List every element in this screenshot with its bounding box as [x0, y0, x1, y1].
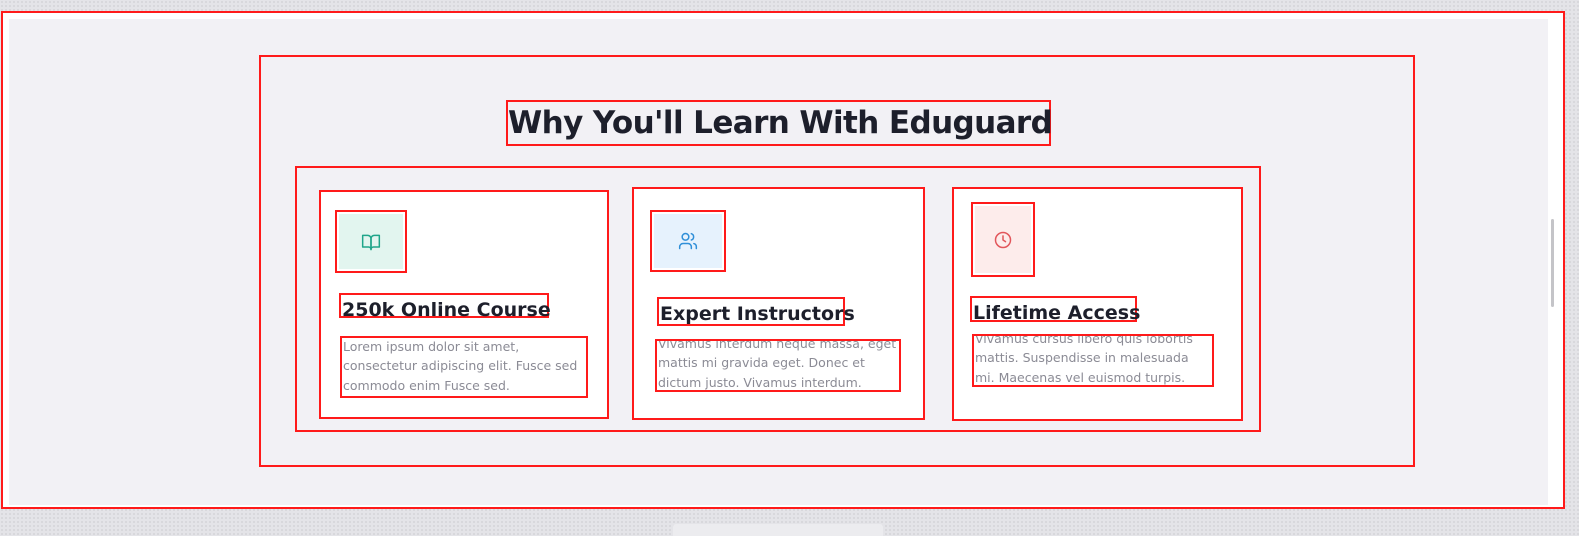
users-icon — [678, 232, 698, 250]
feature-title: Expert Instructors — [657, 297, 855, 326]
feature-icon-box — [650, 210, 726, 272]
feature-icon-box — [335, 210, 407, 273]
why-learn-section: Why You'll Learn With Eduguard 250k Onli… — [259, 55, 1415, 467]
book-open-icon — [361, 234, 381, 250]
feature-icon-box — [971, 202, 1035, 277]
section-title: Why You'll Learn With Eduguard — [506, 100, 1053, 146]
status-tooltip — [673, 524, 883, 536]
page: Why You'll Learn With Eduguard 250k Onli… — [9, 19, 1548, 505]
feature-title: 250k Online Course — [339, 293, 551, 321]
scrollbar-thumb[interactable] — [1551, 219, 1554, 307]
feature-description: Lorem ipsum dolor sit amet, consectetur … — [340, 336, 588, 398]
feature-card-expert-instructors[interactable]: Expert Instructors Vivamus interdum nequ… — [632, 187, 925, 420]
clock-icon — [994, 231, 1012, 248]
feature-card-lifetime-access[interactable]: Lifetime Access Vivamus cursus libero qu… — [952, 187, 1243, 421]
feature-card-online-course[interactable]: 250k Online Course Lorem ipsum dolor sit… — [319, 190, 609, 419]
feature-title: Lifetime Access — [970, 296, 1140, 324]
feature-description: Vivamus cursus libero quis lobortis matt… — [972, 334, 1214, 387]
feature-description-text: Vivamus interdum neque massa, eget matti… — [658, 339, 897, 390]
feature-description-text: Vivamus cursus libero quis lobortis matt… — [975, 334, 1193, 385]
feature-cards: 250k Online Course Lorem ipsum dolor sit… — [295, 166, 1261, 432]
feature-description-text: Lorem ipsum dolor sit amet, consectetur … — [343, 339, 578, 393]
feature-description: Vivamus interdum neque massa, eget matti… — [655, 339, 901, 392]
browser-viewport: Why You'll Learn With Eduguard 250k Onli… — [1, 11, 1565, 509]
